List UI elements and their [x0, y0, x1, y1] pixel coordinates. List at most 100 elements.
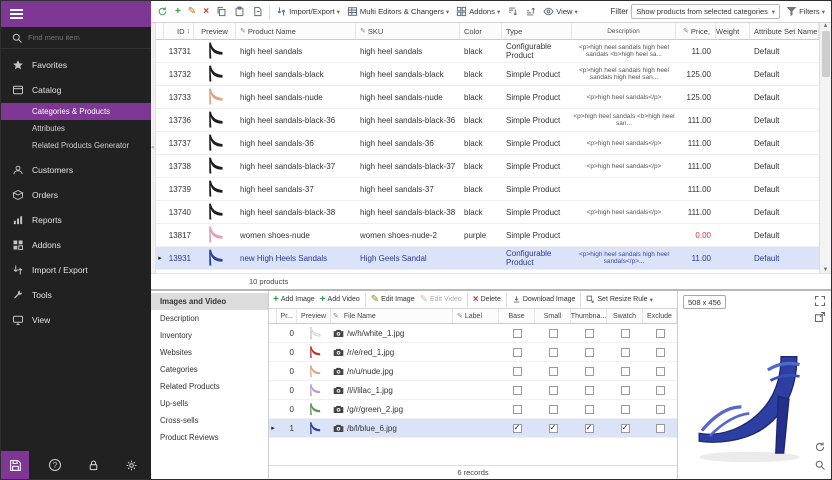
menu-icon[interactable]: [10, 9, 23, 19]
image-row[interactable]: ▸ 0 /g/r/green_2.jpg: [269, 400, 677, 419]
gear-icon[interactable]: [119, 451, 143, 479]
detail-tab[interactable]: Images and Video: [151, 293, 268, 310]
download-image-button[interactable]: Download Image: [510, 294, 578, 305]
table-row[interactable]: ▸ 13736 high heel sandals-black-36 high …: [156, 109, 819, 132]
rotate-icon[interactable]: [814, 441, 826, 453]
column-price[interactable]: ✎Price,: [676, 23, 716, 39]
column-base[interactable]: Base: [499, 309, 535, 323]
detail-tab[interactable]: Product Reviews: [151, 429, 268, 446]
sidebar-item-import-export[interactable]: Import / Export: [1, 257, 151, 282]
column-image-preview[interactable]: Preview: [297, 309, 331, 323]
detail-tab[interactable]: Related Products: [151, 378, 268, 395]
base-checkbox[interactable]: [499, 343, 535, 361]
exclude-checkbox[interactable]: [643, 381, 677, 399]
small-checkbox[interactable]: [535, 381, 571, 399]
sidebar-item-reports[interactable]: Reports: [1, 207, 151, 232]
column-priority[interactable]: Pr...: [277, 309, 297, 323]
swatch-checkbox[interactable]: [607, 419, 643, 437]
table-row[interactable]: ▸ 13733 high heel sandals-nude high heel…: [156, 86, 819, 109]
exclude-checkbox[interactable]: [643, 362, 677, 380]
table-row[interactable]: ▸ 13738 high heel sandals-black-37 high …: [156, 155, 819, 178]
thumbnail-checkbox[interactable]: [571, 343, 607, 361]
column-attribute-set[interactable]: Attribute Set Name: [750, 23, 819, 39]
detail-tab[interactable]: Inventory: [151, 327, 268, 344]
column-id[interactable]: ID↕: [164, 23, 194, 39]
thumbnail-checkbox[interactable]: [571, 324, 607, 342]
sidebar-item-catalog[interactable]: Catalog: [1, 77, 151, 102]
column-file-name[interactable]: ✎File Name: [331, 309, 453, 323]
detail-tab[interactable]: Up-sells: [151, 395, 268, 412]
sidebar-item-view[interactable]: View: [1, 307, 151, 332]
column-description[interactable]: Description: [572, 23, 676, 39]
export-doc-button[interactable]: [249, 4, 266, 19]
image-row[interactable]: ▸ 0 /n/u/nude.jpg: [269, 362, 677, 381]
image-row[interactable]: ▸ 0 /l/i/lilac_1.jpg: [269, 381, 677, 400]
table-row[interactable]: ▸ 13731 high heel sandals high heel sand…: [156, 40, 819, 63]
base-checkbox[interactable]: [499, 419, 535, 437]
sidebar-item-orders[interactable]: Orders: [1, 182, 151, 207]
table-row[interactable]: ▸ 13732 high heel sandals-black high hee…: [156, 63, 819, 86]
filters-menu[interactable]: Filters▾: [783, 4, 828, 19]
sidebar-item-related-products-generator[interactable]: Related Products Generator: [1, 137, 151, 154]
delete-image-button[interactable]: ×Delete: [471, 294, 503, 306]
sidebar-search-input[interactable]: [28, 33, 132, 42]
table-row[interactable]: ▸ 13740 high heel sandals-black-38 high …: [156, 201, 819, 224]
detail-tab[interactable]: Description: [151, 310, 268, 327]
swatch-checkbox[interactable]: [607, 343, 643, 361]
swatch-checkbox[interactable]: [607, 324, 643, 342]
table-row[interactable]: ▸ 13817 women shoes-nude women shoes-nud…: [156, 224, 819, 247]
small-checkbox[interactable]: [535, 362, 571, 380]
small-checkbox[interactable]: [535, 343, 571, 361]
base-checkbox[interactable]: [499, 400, 535, 418]
base-checkbox[interactable]: [499, 324, 535, 342]
scroll-up-icon[interactable]: ▲: [823, 23, 829, 29]
exclude-checkbox[interactable]: [643, 343, 677, 361]
refresh-button[interactable]: [154, 4, 171, 19]
sort-ascending-icon[interactable]: [522, 4, 539, 19]
view-menu[interactable]: View▾: [540, 4, 581, 19]
image-row[interactable]: ▸ 1 /b/l/blue_6.jpg: [269, 419, 677, 438]
sort-descending-icon[interactable]: [504, 4, 521, 19]
column-weight[interactable]: Weight: [716, 23, 750, 39]
table-row[interactable]: ▸ 13737 high heel sandals-36 high heel s…: [156, 132, 819, 155]
scrollbar-thumb[interactable]: [822, 31, 830, 77]
image-row[interactable]: ▸ 0 /w/h/white_1.jpg: [269, 324, 677, 343]
small-checkbox[interactable]: [535, 400, 571, 418]
image-row[interactable]: ▸ 0 /r/e/red_1.jpg: [269, 343, 677, 362]
category-filter-select[interactable]: Show products from selected categories▾: [631, 4, 780, 19]
swatch-checkbox[interactable]: [607, 362, 643, 380]
fullscreen-icon[interactable]: [814, 295, 826, 307]
addons-menu[interactable]: Addons▾: [453, 4, 503, 19]
zoom-icon[interactable]: [814, 459, 826, 471]
sidebar-item-attributes[interactable]: Attributes: [1, 120, 151, 137]
delete-product-button[interactable]: ×: [200, 5, 212, 19]
sidebar-item-tools[interactable]: Tools: [1, 282, 151, 307]
swatch-checkbox[interactable]: [607, 381, 643, 399]
table-row[interactable]: ▸ 13931 new High Heels Sandals High Geel…: [156, 247, 819, 270]
save-icon[interactable]: [1, 451, 29, 479]
thumbnail-checkbox[interactable]: [571, 362, 607, 380]
multi-editors-menu[interactable]: Multi Editors & Changers▾: [344, 4, 452, 19]
column-preview[interactable]: Preview: [194, 23, 236, 39]
thumbnail-checkbox[interactable]: [571, 419, 607, 437]
column-small[interactable]: Small: [535, 309, 571, 323]
add-image-button[interactable]: +Add Image: [271, 294, 317, 306]
small-checkbox[interactable]: [535, 324, 571, 342]
column-swatch[interactable]: Swatch: [607, 309, 643, 323]
paste-button[interactable]: [231, 4, 248, 19]
sidebar-item-addons[interactable]: Addons: [1, 232, 151, 257]
add-video-button[interactable]: +Add Video: [318, 294, 362, 306]
exclude-checkbox[interactable]: [643, 400, 677, 418]
sidebar-item-customers[interactable]: Customers: [1, 157, 151, 182]
lock-icon[interactable]: [81, 451, 105, 479]
small-checkbox[interactable]: [535, 419, 571, 437]
base-checkbox[interactable]: [499, 362, 535, 380]
base-checkbox[interactable]: [499, 381, 535, 399]
detail-tab[interactable]: Categories: [151, 361, 268, 378]
edit-product-button[interactable]: ✎: [185, 5, 199, 19]
column-label[interactable]: ✎Label: [453, 309, 499, 323]
column-type[interactable]: Type: [502, 23, 572, 39]
vertical-scrollbar[interactable]: ▲ ▼: [819, 23, 831, 273]
edit-image-button[interactable]: ✎Edit Image: [369, 294, 417, 306]
exclude-checkbox[interactable]: [643, 324, 677, 342]
